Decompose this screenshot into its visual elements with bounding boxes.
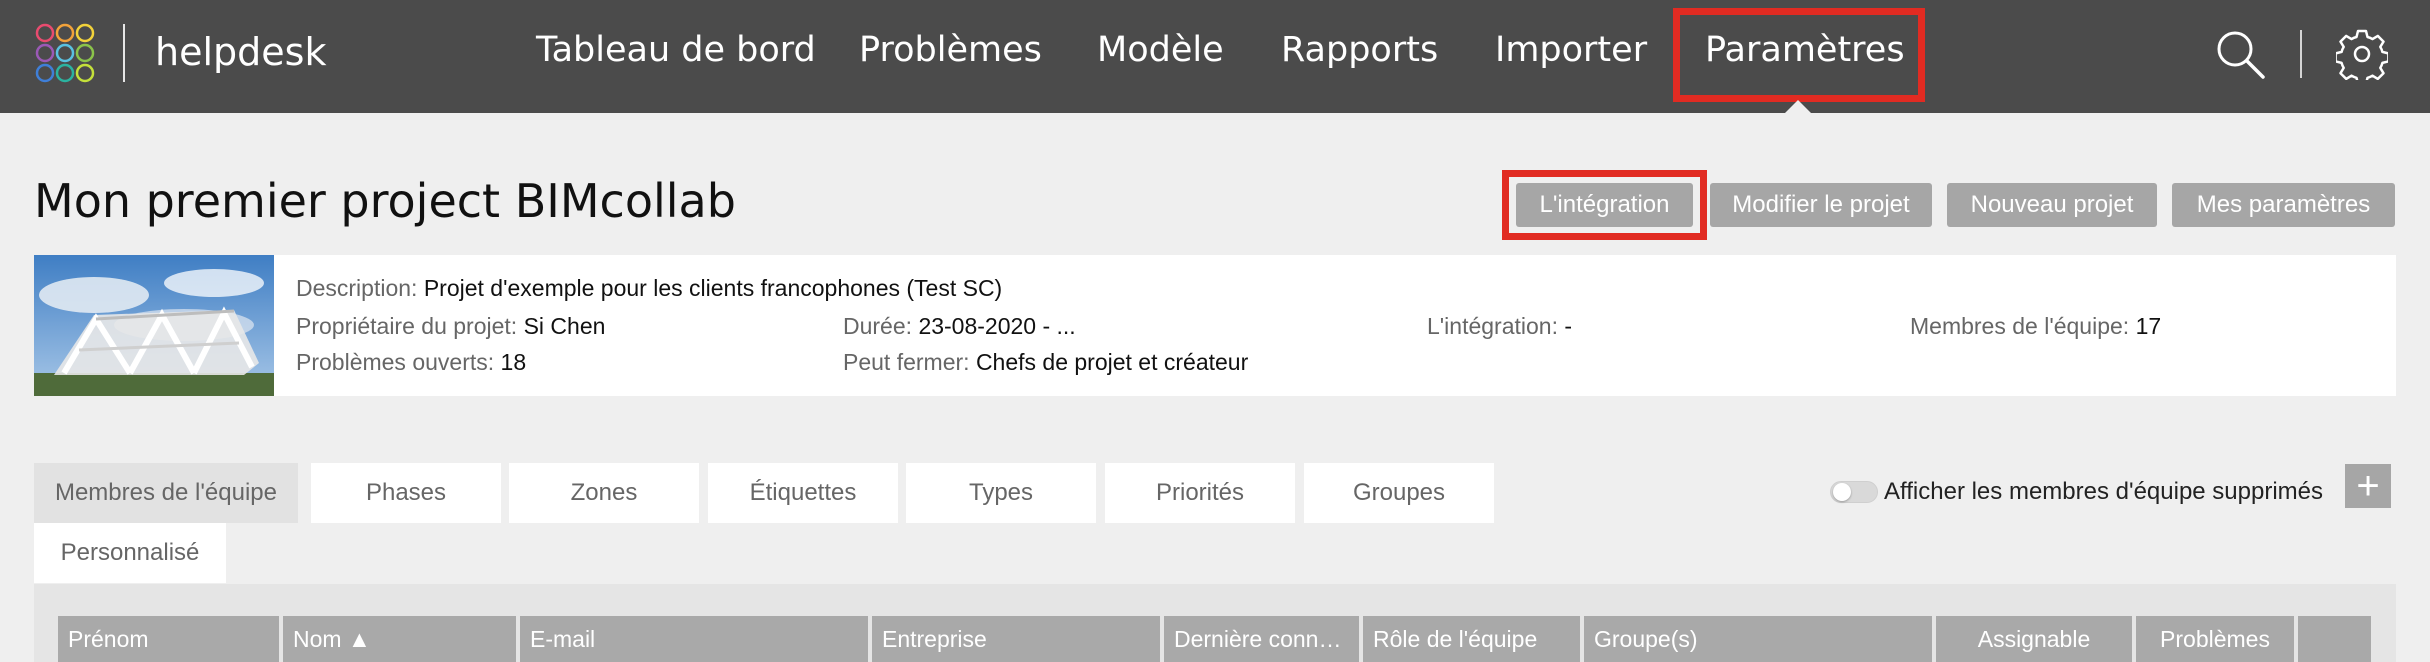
project-team-members: Membres de l'équipe: 17 [1910, 313, 2162, 339]
column-header-actions [2298, 616, 2371, 662]
add-member-button[interactable]: + [2345, 464, 2391, 508]
helpdesk-logo-icon[interactable] [34, 22, 96, 84]
tab-groups[interactable]: Groupes [1304, 463, 1494, 523]
project-integration: L'intégration: - [1427, 313, 1573, 339]
tab-labels[interactable]: Étiquettes [708, 463, 898, 523]
column-header-last-login[interactable]: Dernière conn… [1164, 616, 1359, 662]
project-description: Description: Projet d'exemple pour les c… [296, 275, 1003, 301]
project-owner: Propriétaire du projet: Si Chen [296, 313, 606, 339]
edit-project-button[interactable]: Modifier le projet [1710, 183, 1932, 227]
column-header-company[interactable]: Entreprise [872, 616, 1160, 662]
project-open-issues: Problèmes ouverts: 18 [296, 349, 527, 375]
new-project-button[interactable]: Nouveau projet [1947, 183, 2157, 227]
nav-rapports[interactable]: Rapports [1281, 30, 1438, 70]
brand-name[interactable]: helpdesk [155, 30, 326, 74]
logo-divider [123, 24, 125, 82]
show-deleted-members-toggle[interactable] [1830, 481, 1878, 503]
column-header-last-name[interactable]: Nom ▲ [283, 616, 516, 662]
column-header-issues[interactable]: Problèmes [2136, 616, 2294, 662]
tab-zones[interactable]: Zones [509, 463, 699, 523]
integration-button-highlight [1502, 170, 1707, 240]
my-settings-button[interactable]: Mes paramètres [2172, 183, 2395, 227]
gear-icon[interactable] [2336, 28, 2388, 80]
nav-importer[interactable]: Importer [1495, 30, 1647, 70]
nav-modele[interactable]: Modèle [1097, 30, 1224, 70]
tab-team-members[interactable]: Membres de l'équipe [34, 463, 298, 523]
tab-custom[interactable]: Personnalisé [34, 523, 226, 583]
project-info-card: Description: Projet d'exemple pour les c… [34, 255, 2396, 396]
tab-priorities[interactable]: Priorités [1105, 463, 1295, 523]
top-navigation-bar: helpdesk Tableau de bord Problèmes Modèl… [0, 0, 2430, 113]
icon-divider [2300, 30, 2302, 78]
project-duration: Durée: 23-08-2020 - ... [843, 313, 1076, 339]
nav-problemes[interactable]: Problèmes [859, 30, 1042, 70]
nav-tableau-de-bord[interactable]: Tableau de bord [536, 30, 816, 70]
column-header-assignable[interactable]: Assignable [1936, 616, 2132, 662]
search-icon[interactable] [2214, 28, 2266, 80]
tab-types[interactable]: Types [906, 463, 1096, 523]
show-deleted-members-label: Afficher les membres d'équipe supprimés [1884, 478, 2324, 505]
column-header-team-role[interactable]: Rôle de l'équipe [1363, 616, 1580, 662]
tab-phases[interactable]: Phases [311, 463, 501, 523]
column-header-email[interactable]: E-mail [520, 616, 868, 662]
nav-parametres-highlight [1673, 8, 1925, 102]
column-header-first-name[interactable]: Prénom [58, 616, 279, 662]
project-thumbnail [34, 255, 274, 396]
page-title: Mon premier project BIMcollab [34, 174, 736, 228]
project-can-close: Peut fermer: Chefs de projet et créateur [843, 349, 1249, 375]
active-nav-caret [1785, 100, 1811, 113]
toggle-knob [1833, 483, 1851, 501]
column-header-groups[interactable]: Groupe(s) [1584, 616, 1932, 662]
